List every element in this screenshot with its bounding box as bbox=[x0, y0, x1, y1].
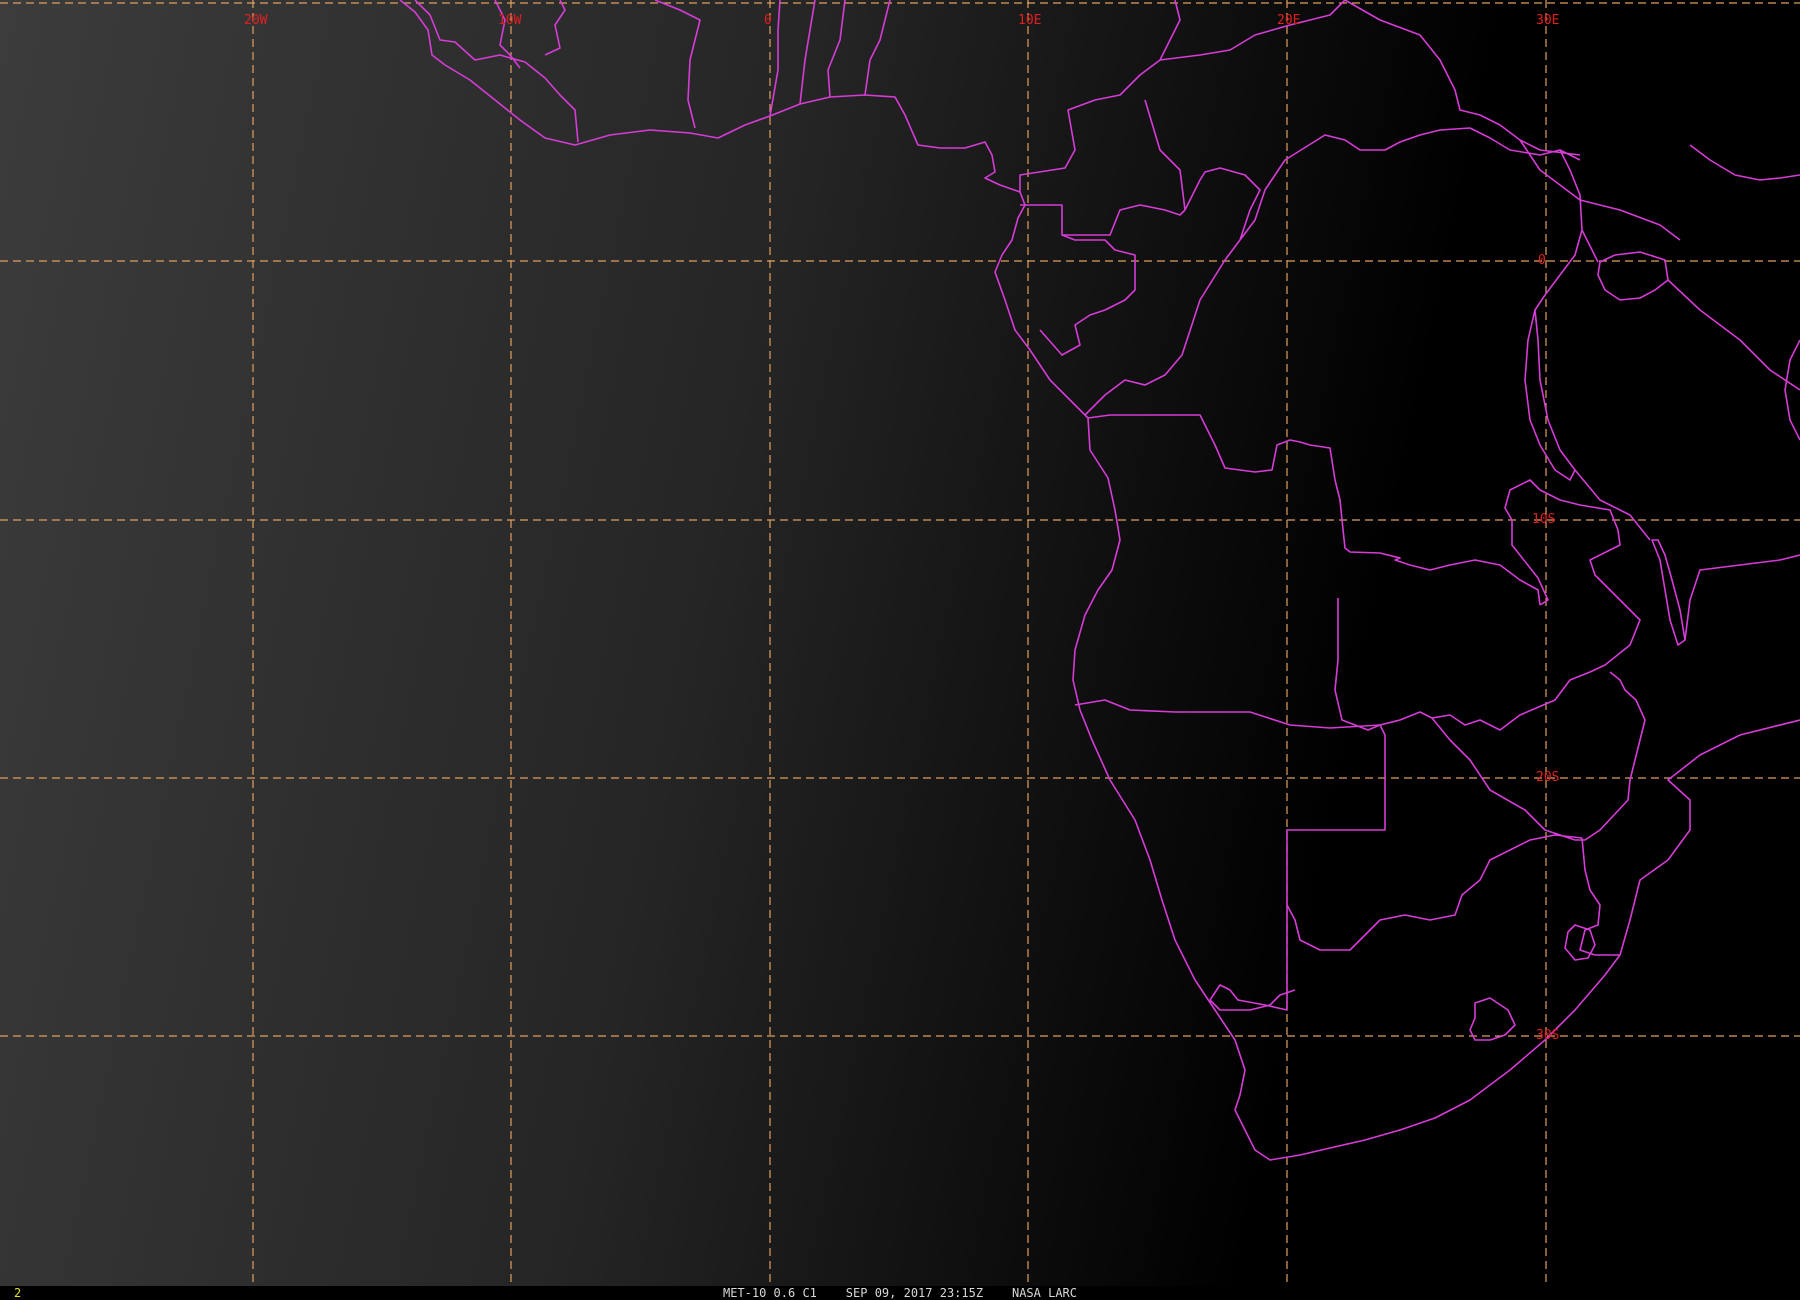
lon-label-30e: 30E bbox=[1536, 13, 1559, 28]
image-caption: MET-10 0.6 C1 SEP 09, 2017 23:15Z NASA L… bbox=[722, 1286, 1077, 1300]
status-bar: 2 MET-10 0.6 C1 SEP 09, 2017 23:15Z NASA… bbox=[0, 1286, 1800, 1300]
lat-label-0: 0 bbox=[1538, 253, 1546, 268]
satellite-image-viewer: 20W 10W 0 10E 20E 30E 0 10S 20S 30S 2 ME… bbox=[0, 0, 1800, 1300]
lon-label-0: 0 bbox=[764, 13, 772, 28]
lat-label-30s: 30S bbox=[1536, 1028, 1559, 1043]
lon-label-10w: 10W bbox=[498, 13, 522, 28]
satellite-map: 20W 10W 0 10E 20E 30E 0 10S 20S 30S bbox=[0, 0, 1800, 1286]
lon-label-10e: 10E bbox=[1018, 13, 1041, 28]
lon-label-20w: 20W bbox=[244, 13, 268, 28]
lat-label-10s: 10S bbox=[1532, 512, 1555, 527]
lat-label-20s: 20S bbox=[1536, 770, 1559, 785]
dark-earth-image bbox=[0, 0, 1800, 1286]
lon-label-20e: 20E bbox=[1277, 13, 1300, 28]
